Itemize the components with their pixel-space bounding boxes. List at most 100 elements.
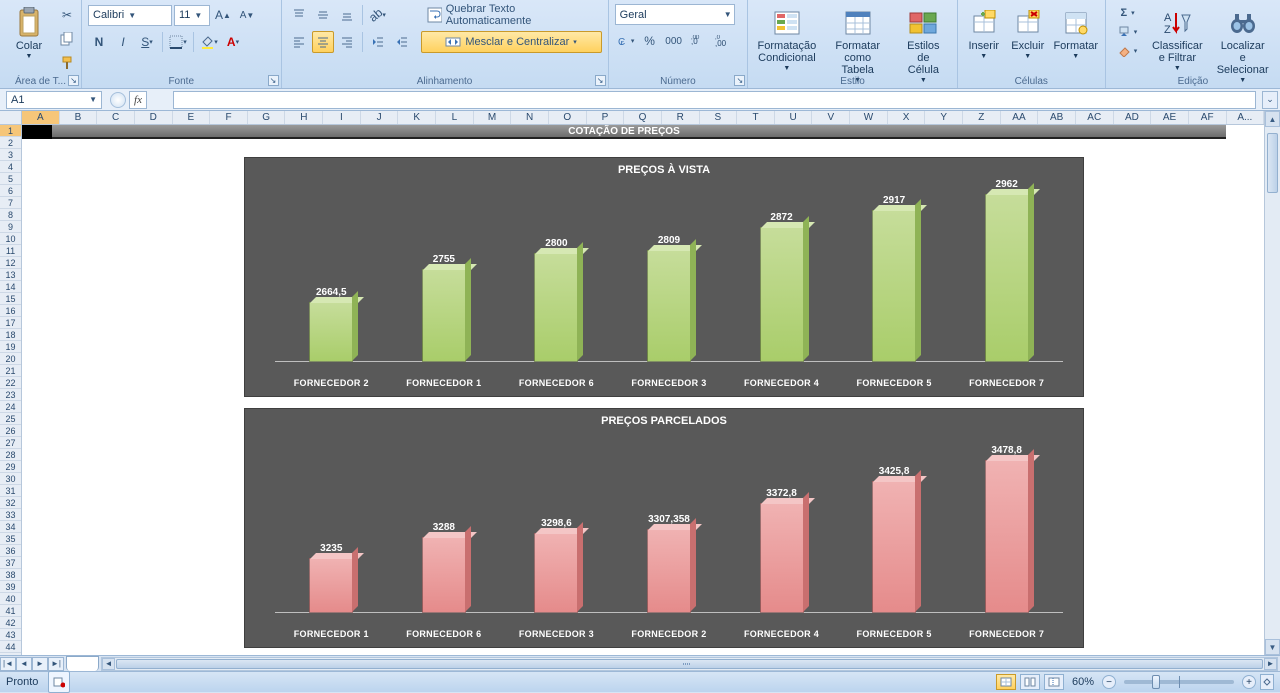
col-header-W[interactable]: W: [850, 111, 888, 124]
conditional-formatting-button[interactable]: Formatação Condicional ▼: [754, 4, 819, 75]
row-header-13[interactable]: 13: [0, 269, 21, 281]
row-header-31[interactable]: 31: [0, 485, 21, 497]
fullscreen-restore-button[interactable]: [1260, 674, 1274, 690]
row-header-22[interactable]: 22: [0, 377, 21, 389]
insert-function-button[interactable]: fx: [129, 91, 147, 109]
formula-input[interactable]: [173, 91, 1256, 109]
scroll-right-button[interactable]: ►: [1264, 658, 1277, 670]
row-header-17[interactable]: 17: [0, 317, 21, 329]
cut-button[interactable]: ✂: [56, 4, 78, 26]
fill-color-button[interactable]: ▾: [198, 31, 220, 53]
zoom-out-button[interactable]: −: [1102, 675, 1116, 689]
align-middle-button[interactable]: [312, 4, 334, 26]
col-header-Z[interactable]: Z: [963, 111, 1001, 124]
row-header-32[interactable]: 32: [0, 497, 21, 509]
grid[interactable]: COTAÇÃO DE PREÇOS PREÇOS À VISTA 2664,52…: [22, 125, 1264, 655]
expand-formula-bar-button[interactable]: ⌄: [1262, 91, 1278, 109]
row-header-10[interactable]: 10: [0, 233, 21, 245]
column-headers[interactable]: ABCDEFGHIJKLMNOPQRSTUVWXYZAAABACADAEAFA.…: [22, 111, 1264, 125]
col-header-I[interactable]: I: [323, 111, 361, 124]
row-header-21[interactable]: 21: [0, 365, 21, 377]
row-header-40[interactable]: 40: [0, 593, 21, 605]
row-header-34[interactable]: 34: [0, 521, 21, 533]
macro-record-button[interactable]: [48, 671, 70, 693]
align-bottom-button[interactable]: [336, 4, 358, 26]
decrease-indent-button[interactable]: [367, 31, 389, 53]
accounting-format-button[interactable]: ₢▾: [615, 30, 637, 52]
row-header-12[interactable]: 12: [0, 257, 21, 269]
bold-button[interactable]: N: [88, 31, 110, 53]
autosum-button[interactable]: Σ▾: [1112, 4, 1144, 22]
font-dialog-launcher[interactable]: ↘: [268, 75, 279, 86]
page-layout-view-button[interactable]: [1020, 674, 1040, 690]
col-header-S[interactable]: S: [700, 111, 738, 124]
grow-font-button[interactable]: A▲: [212, 4, 234, 26]
col-header-L[interactable]: L: [436, 111, 474, 124]
orientation-button[interactable]: ab▾: [367, 4, 389, 26]
percent-button[interactable]: %: [639, 30, 661, 52]
col-header-C[interactable]: C: [97, 111, 135, 124]
row-header-29[interactable]: 29: [0, 461, 21, 473]
vscroll-thumb[interactable]: [1267, 133, 1278, 193]
col-header-D[interactable]: D: [135, 111, 173, 124]
col-header-G[interactable]: G: [248, 111, 286, 124]
wrap-text-button[interactable]: Quebrar Texto Automaticamente: [421, 4, 602, 26]
tab-first-button[interactable]: |◄: [0, 657, 16, 671]
col-header-Y[interactable]: Y: [925, 111, 963, 124]
col-header-K[interactable]: K: [398, 111, 436, 124]
paste-button[interactable]: Colar ▼: [6, 4, 52, 63]
zoom-slider[interactable]: [1124, 680, 1234, 684]
scroll-left-button[interactable]: ◄: [102, 658, 115, 670]
increase-indent-button[interactable]: [391, 31, 413, 53]
scroll-down-button[interactable]: ▼: [1265, 639, 1280, 655]
row-header-1[interactable]: 1: [0, 125, 21, 137]
col-header-U[interactable]: U: [775, 111, 813, 124]
col-header-T[interactable]: T: [737, 111, 775, 124]
delete-cells-button[interactable]: Excluir ▼: [1008, 4, 1048, 63]
zoom-level[interactable]: 60%: [1072, 676, 1094, 688]
merge-center-button[interactable]: Mesclar e Centralizar ▾: [421, 31, 602, 53]
select-all-corner[interactable]: [0, 111, 22, 125]
row-header-6[interactable]: 6: [0, 185, 21, 197]
number-dialog-launcher[interactable]: ↘: [734, 75, 745, 86]
font-color-button[interactable]: A▾: [222, 31, 244, 53]
col-header-R[interactable]: R: [662, 111, 700, 124]
clipboard-dialog-launcher[interactable]: ↘: [68, 75, 79, 86]
hscroll-thumb[interactable]: [116, 659, 1263, 669]
row-headers[interactable]: 1234567891011121314151617181920212223242…: [0, 125, 22, 655]
col-header-N[interactable]: N: [511, 111, 549, 124]
zoom-thumb[interactable]: [1152, 675, 1160, 689]
sheet-tab[interactable]: [66, 656, 99, 671]
col-header-V[interactable]: V: [812, 111, 850, 124]
align-center-button[interactable]: [312, 31, 334, 53]
col-header-O[interactable]: O: [549, 111, 587, 124]
format-painter-button[interactable]: [56, 52, 78, 74]
col-header-E[interactable]: E: [173, 111, 211, 124]
row-header-35[interactable]: 35: [0, 533, 21, 545]
chart-precos-a-vista[interactable]: PREÇOS À VISTA 2664,52755280028092872291…: [244, 157, 1084, 397]
col-header-J[interactable]: J: [361, 111, 399, 124]
format-cells-button[interactable]: Formatar ▼: [1052, 4, 1100, 63]
col-header-Q[interactable]: Q: [624, 111, 662, 124]
row-header-9[interactable]: 9: [0, 221, 21, 233]
font-name-combo[interactable]: Calibri▼: [88, 5, 172, 26]
find-select-button[interactable]: Localizar e Selecionar ▼: [1211, 4, 1274, 87]
row-header-25[interactable]: 25: [0, 413, 21, 425]
fill-button[interactable]: ▾: [1112, 23, 1144, 41]
row-header-14[interactable]: 14: [0, 281, 21, 293]
row-header-28[interactable]: 28: [0, 449, 21, 461]
underline-button[interactable]: S▾: [136, 31, 158, 53]
vertical-scrollbar[interactable]: ▲ ▼: [1264, 111, 1280, 655]
col-header-F[interactable]: F: [210, 111, 248, 124]
scroll-up-button[interactable]: ▲: [1265, 111, 1280, 127]
col-header-X[interactable]: X: [888, 111, 926, 124]
col-header-H[interactable]: H: [285, 111, 323, 124]
col-header-AA[interactable]: AA: [1001, 111, 1039, 124]
tab-last-button[interactable]: ►|: [48, 657, 64, 671]
row-header-2[interactable]: 2: [0, 137, 21, 149]
row-header-11[interactable]: 11: [0, 245, 21, 257]
col-header-AC[interactable]: AC: [1076, 111, 1114, 124]
row-header-5[interactable]: 5: [0, 173, 21, 185]
col-header-A...[interactable]: A...: [1227, 111, 1265, 124]
row-header-43[interactable]: 43: [0, 629, 21, 641]
